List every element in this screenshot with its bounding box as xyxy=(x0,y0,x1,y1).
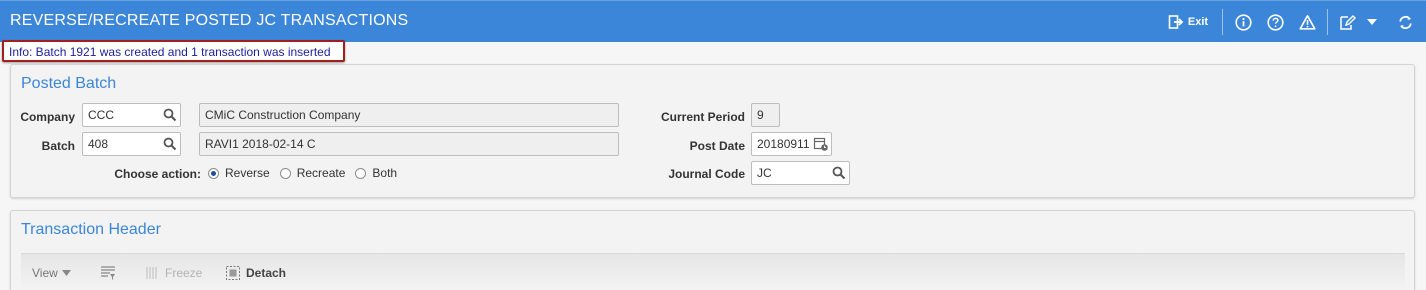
filter-icon xyxy=(101,266,115,280)
exit-icon xyxy=(1168,15,1184,29)
choose-action-label: Choose action: xyxy=(114,167,201,181)
freeze-label: Freeze xyxy=(165,266,203,280)
edit-button[interactable] xyxy=(1336,1,1358,43)
refresh-icon xyxy=(1398,15,1412,29)
info-button[interactable] xyxy=(1232,1,1254,43)
search-icon[interactable] xyxy=(163,137,177,151)
toolbar-divider xyxy=(1222,9,1223,35)
current-period-label: Current Period xyxy=(660,110,745,124)
posted-batch-panel: Posted Batch Company CCC CMiC Constructi… xyxy=(10,64,1415,198)
transaction-header-panel: Transaction Header View Freeze Detach xyxy=(10,210,1415,290)
company-code-input[interactable]: CCC xyxy=(82,103,181,127)
help-icon xyxy=(1266,13,1284,31)
batch-description-field: RAVI1 2018-02-14 C xyxy=(199,132,619,156)
radio-label-both: Both xyxy=(372,166,398,180)
current-period-value: 9 xyxy=(757,108,764,122)
detach-button[interactable]: Detach xyxy=(226,266,286,280)
detach-icon xyxy=(226,266,240,280)
refresh-button[interactable] xyxy=(1394,1,1416,43)
post-date-label: Post Date xyxy=(689,139,745,153)
freeze-button[interactable]: Freeze xyxy=(145,266,202,280)
radio-label-recreate: Recreate xyxy=(296,166,346,180)
info-icon xyxy=(1234,13,1252,31)
radio-label-reverse: Reverse xyxy=(225,166,270,180)
batch-code-input[interactable]: 408 xyxy=(82,132,181,156)
post-date-input[interactable]: 20180911 xyxy=(751,132,832,156)
toolbar-divider xyxy=(1327,9,1328,35)
radio-option-reverse[interactable]: Reverse xyxy=(208,166,270,180)
transaction-header-title: Transaction Header xyxy=(21,221,161,238)
company-name-field: CMiC Construction Company xyxy=(199,103,619,127)
journal-code-value: JC xyxy=(757,166,772,180)
radio-option-both[interactable]: Both xyxy=(355,166,397,180)
journal-code-label: Journal Code xyxy=(668,167,745,181)
warning-icon xyxy=(1298,14,1316,30)
radio-button-recreate[interactable] xyxy=(279,167,291,179)
exit-button[interactable]: Exit xyxy=(1163,1,1213,43)
view-menu-button[interactable]: View xyxy=(32,266,71,280)
grid-toolbar: View Freeze Detach xyxy=(21,253,1405,290)
chevron-down-icon xyxy=(1367,19,1377,25)
app-window: REVERSE/RECREATE POSTED JC TRANSACTIONS … xyxy=(0,0,1426,290)
options-dropdown-button[interactable] xyxy=(1362,1,1382,43)
calendar-icon[interactable] xyxy=(813,136,829,152)
info-message: Info: Batch 1921 was created and 1 trans… xyxy=(2,40,345,62)
posted-batch-title: Posted Batch xyxy=(21,75,117,92)
radio-button-reverse[interactable] xyxy=(208,167,219,179)
batch-description-value: RAVI1 2018-02-14 C xyxy=(205,137,316,151)
current-period-field: 9 xyxy=(751,103,780,127)
chevron-down-icon xyxy=(61,270,71,276)
company-code-value: CCC xyxy=(88,108,114,122)
search-icon[interactable] xyxy=(163,108,177,122)
detach-label: Detach xyxy=(246,266,287,280)
company-name-value: CMiC Construction Company xyxy=(205,108,361,122)
choose-action-radio-group: Reverse Recreate Both xyxy=(208,166,407,180)
post-date-value: 20180911 xyxy=(757,137,810,151)
batch-code-value: 408 xyxy=(88,137,109,151)
journal-code-input[interactable]: JC xyxy=(751,161,850,185)
help-button[interactable] xyxy=(1264,1,1286,43)
edit-icon xyxy=(1339,14,1356,30)
filter-button[interactable] xyxy=(100,266,116,280)
title-bar: REVERSE/RECREATE POSTED JC TRANSACTIONS … xyxy=(0,0,1426,42)
radio-option-recreate[interactable]: Recreate xyxy=(279,166,346,180)
view-menu-label: View xyxy=(32,266,58,280)
search-icon[interactable] xyxy=(832,166,846,180)
freeze-icon xyxy=(146,267,157,279)
radio-button-both[interactable] xyxy=(355,167,367,179)
exit-label: Exit xyxy=(1187,16,1209,28)
page-title: REVERSE/RECREATE POSTED JC TRANSACTIONS xyxy=(10,12,409,29)
company-label: Company xyxy=(20,110,75,124)
batch-label: Batch xyxy=(41,139,75,153)
warning-button[interactable] xyxy=(1296,1,1318,43)
